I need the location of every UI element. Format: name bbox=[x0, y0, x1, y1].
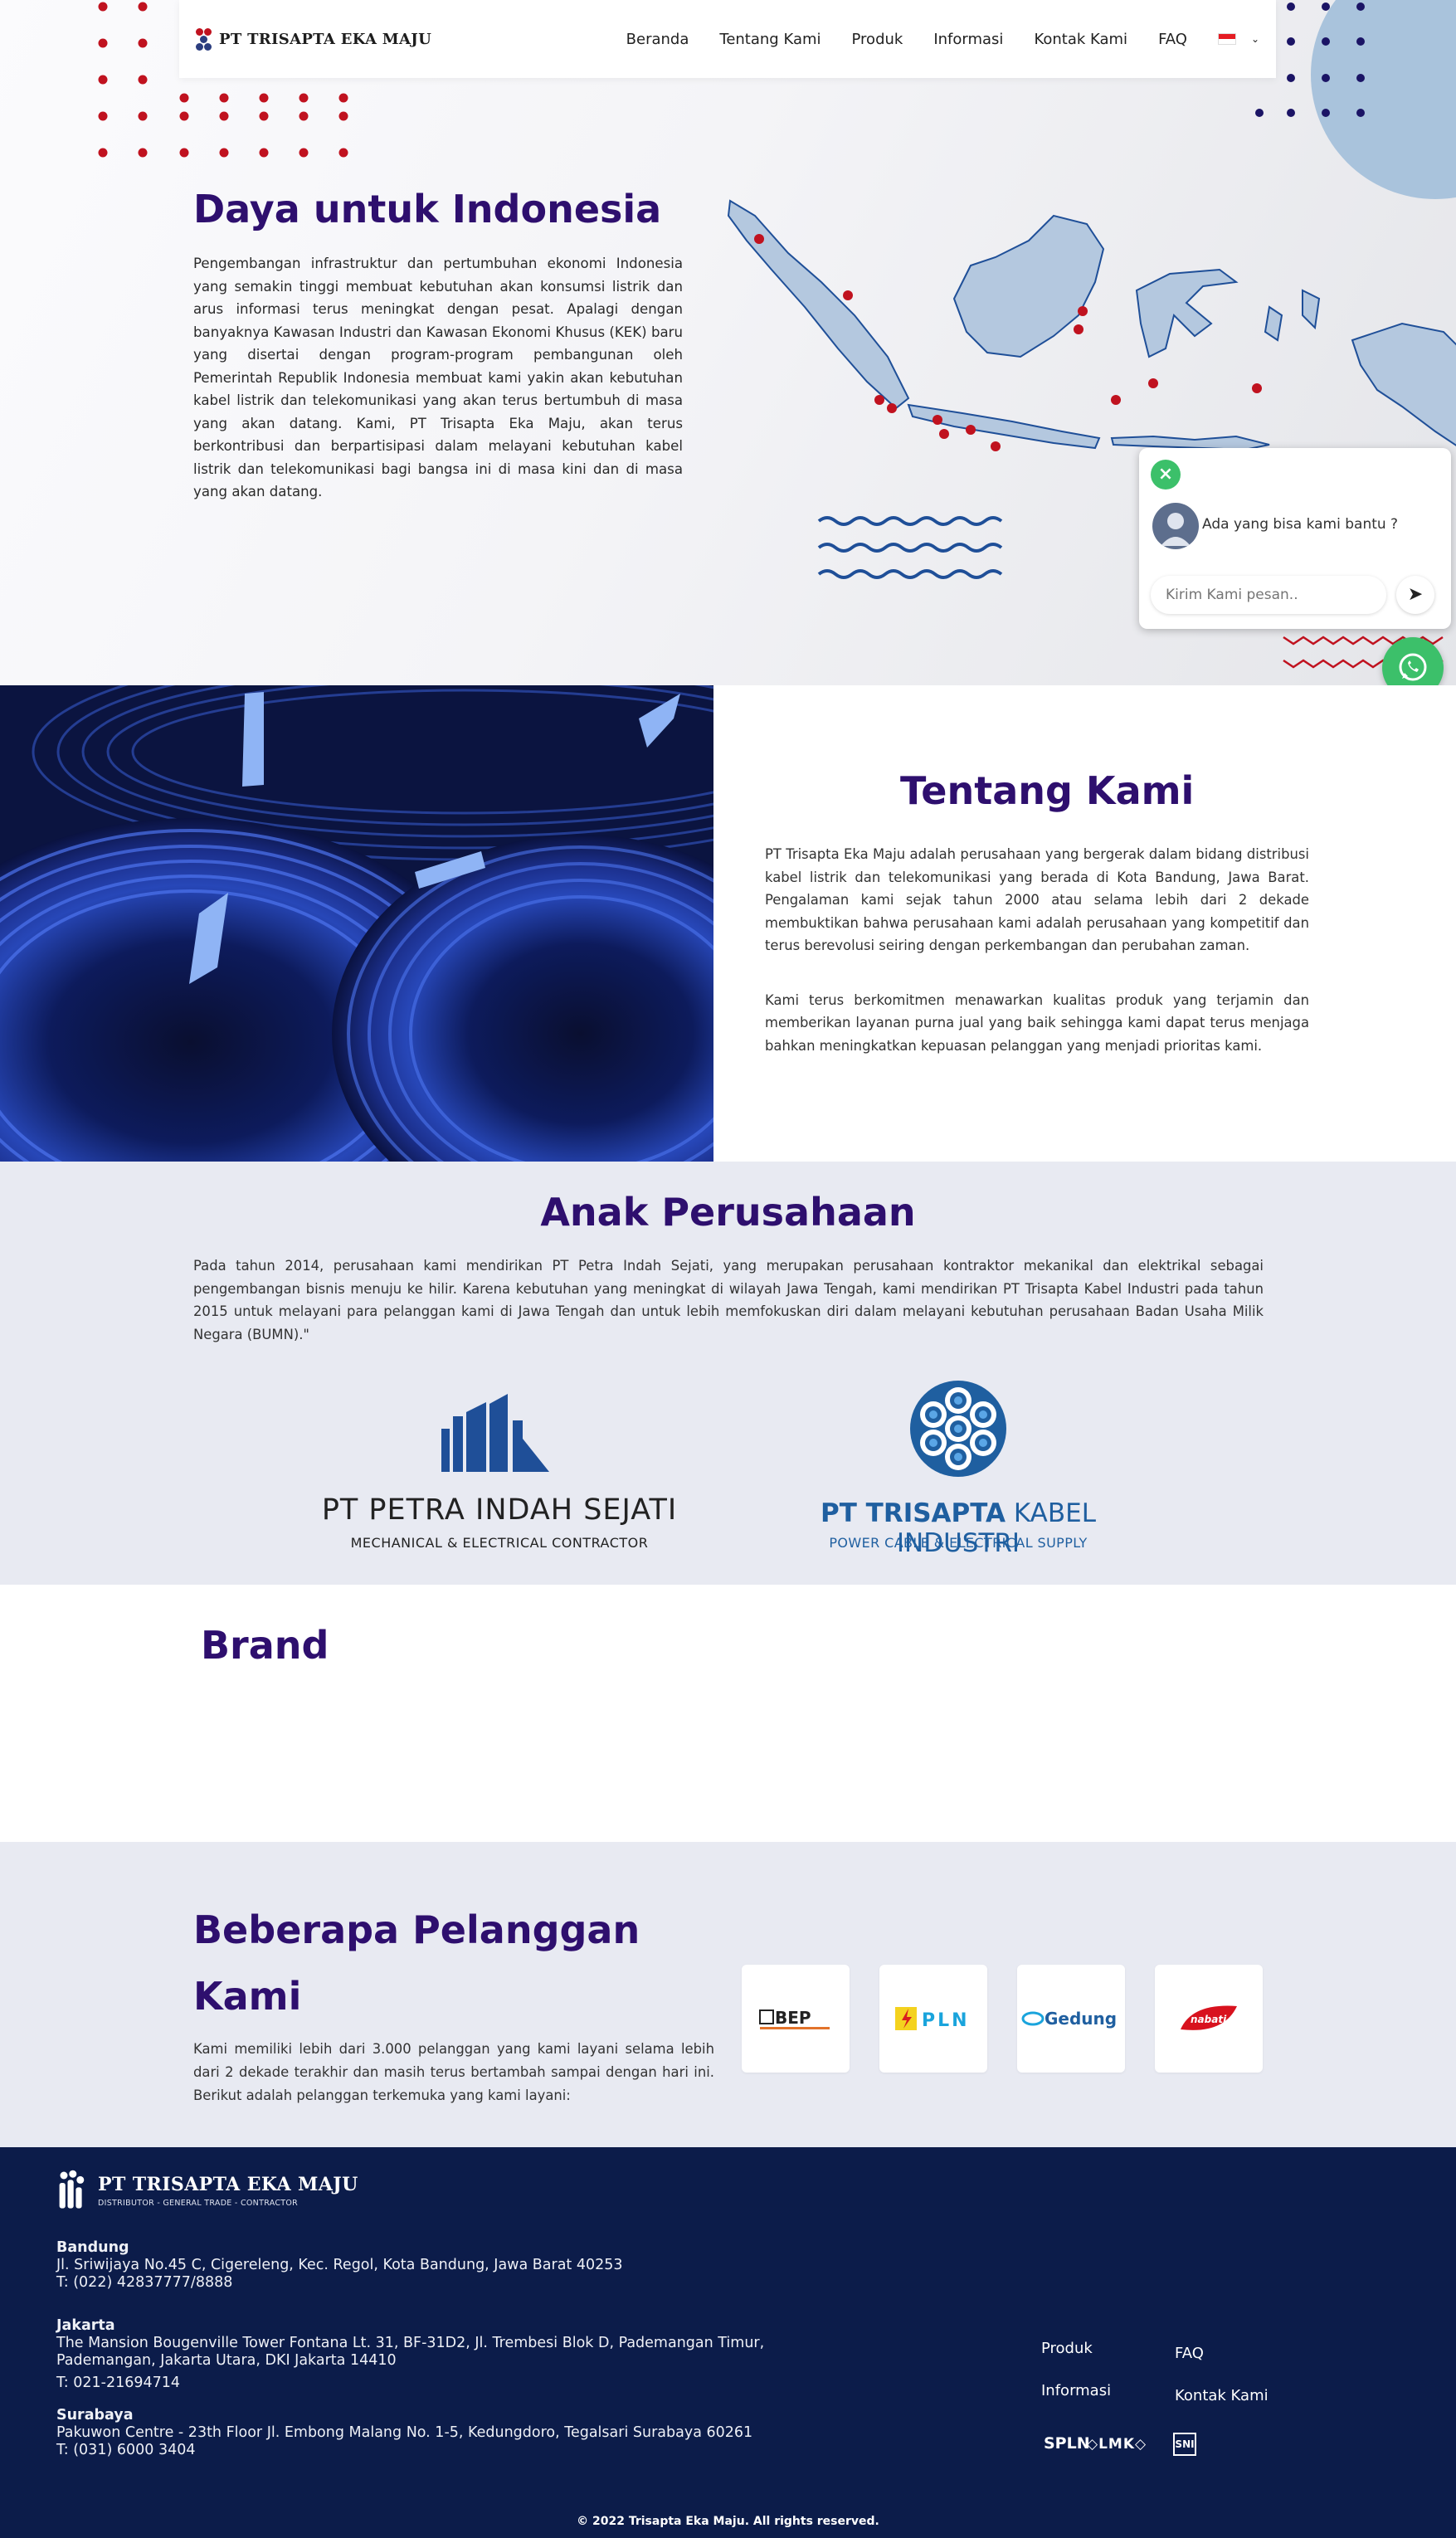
clients-description: Kami memiliki lebih dari 3.000 pelanggan… bbox=[193, 2041, 714, 2103]
petra-company-name: PT PETRA INDAH SEJATI bbox=[321, 1493, 678, 1527]
close-icon[interactable]: × bbox=[1151, 460, 1181, 490]
clients-title: Beberapa Pelanggan Kami bbox=[193, 1907, 640, 2019]
office-phone: T: 021-21694714 bbox=[56, 2375, 181, 2391]
nav-beranda[interactable]: Beranda bbox=[626, 31, 689, 48]
petra-indah-sejati-logo: PT PETRA INDAH SEJATI MECHANICAL & ELECT… bbox=[309, 1379, 690, 1561]
subsidiary-section: Anak Perusahaan Pada tahun 2014, perusah… bbox=[0, 1162, 1456, 1585]
lmk-certification-text: LMK bbox=[1098, 2436, 1136, 2453]
office-phone: T: (031) 6000 3404 bbox=[56, 2442, 196, 2458]
footer-link-informasi[interactable]: Informasi bbox=[1041, 2382, 1111, 2399]
brand-logo[interactable]: PT TRISAPTA EKA MAJU bbox=[196, 27, 431, 51]
office-address: Jl. Sriwijaya No.45 C, Cigereleng, Kec. … bbox=[56, 2257, 623, 2273]
cable-coils-image bbox=[0, 685, 713, 1162]
client-logo-gedung: Gedung bbox=[1017, 1965, 1125, 2073]
office-bandung: Bandung Jl. Sriwijaya No.45 C, Cigerelen… bbox=[56, 2239, 687, 2292]
bep-logo-text: BEP bbox=[775, 2008, 811, 2028]
lmk-certification-logo: ◇LMK◇ bbox=[1087, 2436, 1147, 2453]
office-city: Bandung bbox=[56, 2239, 129, 2256]
sni-certification-logo: SNI bbox=[1173, 2433, 1196, 2456]
brand-section: Brand bbox=[0, 1585, 1456, 1842]
copyright-text: © 2022 Trisapta Eka Maju. All rights res… bbox=[577, 2515, 879, 2528]
footer-brand-tagline: DISTRIBUTOR - GENERAL TRADE - CONTRACTOR bbox=[98, 2198, 299, 2208]
footer-link-kontak-kami[interactable]: Kontak Kami bbox=[1175, 2387, 1269, 2404]
footer-brand-name: PT TRISAPTA EKA MAJU bbox=[98, 2173, 358, 2195]
client-logo-pln: PLN bbox=[879, 1965, 987, 2073]
footer-link-produk[interactable]: Produk bbox=[1041, 2340, 1093, 2357]
about-description: PT Trisapta Eka Maju adalah perusahaan y… bbox=[765, 843, 1309, 1057]
indonesia-flag-icon bbox=[1217, 33, 1236, 45]
office-surabaya: Surabaya Pakuwon Centre - 23th Floor Jl.… bbox=[56, 2407, 853, 2459]
main-menu: Beranda Tentang Kami Produk Informasi Ko… bbox=[626, 31, 1259, 48]
about-paragraph-1: PT Trisapta Eka Maju adalah perusahaan y… bbox=[765, 846, 1309, 953]
office-city: Jakarta bbox=[56, 2317, 115, 2334]
nav-tentang-kami[interactable]: Tentang Kami bbox=[719, 31, 821, 48]
petra-tagline: MECHANICAL & ELECTRICAL CONTRACTOR bbox=[350, 1535, 649, 1551]
office-city: Surabaya bbox=[56, 2407, 134, 2424]
client-logo-bep: BEP bbox=[742, 1965, 850, 2073]
hero-section: PT TRISAPTA EKA MAJU Beranda Tentang Kam… bbox=[0, 0, 1456, 685]
send-icon[interactable]: ➤ bbox=[1396, 576, 1434, 614]
spln-certification-logo: SPLN bbox=[1044, 2434, 1090, 2453]
building-icon bbox=[441, 1394, 549, 1472]
about-title: Tentang Kami bbox=[900, 768, 1195, 813]
logo-mark-icon bbox=[59, 2170, 85, 2209]
about-section: Tentang Kami PT Trisapta Eka Maju adalah… bbox=[0, 685, 1456, 1162]
office-phone: T: (022) 42837777/8888 bbox=[56, 2274, 233, 2291]
chat-message-input[interactable] bbox=[1151, 576, 1386, 614]
nav-kontak-kami[interactable]: Kontak Kami bbox=[1034, 31, 1127, 48]
subsidiary-description: Pada tahun 2014, perusahaan kami mendiri… bbox=[193, 1258, 1264, 1342]
about-paragraph-2: Kami terus berkomitmen menawarkan kualit… bbox=[765, 991, 1309, 1054]
office-address: The Mansion Bougenville Tower Fontana Lt… bbox=[56, 2335, 765, 2369]
office-address: Pakuwon Centre - 23th Floor Jl. Embong M… bbox=[56, 2424, 753, 2441]
tki-name-bold: PT TRISAPTA bbox=[821, 1498, 1006, 1528]
subsidiary-title: Anak Perusahaan bbox=[540, 1190, 916, 1235]
chat-greeting: Ada yang bisa kami bantu ? bbox=[1202, 516, 1399, 533]
pln-logo-text: PLN bbox=[922, 2010, 970, 2031]
cable-cross-section-icon bbox=[910, 1381, 1006, 1477]
office-jakarta: Jakarta The Mansion Bougenville Tower Fo… bbox=[56, 2317, 853, 2392]
footer-logo[interactable]: PT TRISAPTA EKA MAJU DISTRIBUTOR - GENER… bbox=[56, 2169, 358, 2212]
indonesia-map-illustration bbox=[727, 199, 1456, 451]
nabati-logo-text: nabati bbox=[1191, 2014, 1227, 2025]
logo-mark-icon bbox=[196, 27, 212, 51]
nav-produk[interactable]: Produk bbox=[852, 31, 903, 48]
language-selector[interactable]: ⌄ bbox=[1217, 33, 1259, 45]
chat-widget: × Ada yang bisa kami bantu ? ➤ bbox=[1139, 448, 1451, 629]
nav-faq[interactable]: FAQ bbox=[1158, 31, 1187, 48]
footer-link-faq[interactable]: FAQ bbox=[1175, 2345, 1204, 2362]
trisapta-kabel-industri-logo: PT TRISAPTA KABEL INDUSTRI POWER CABLE &… bbox=[763, 1376, 1153, 1558]
brand-name: PT TRISAPTA EKA MAJU bbox=[219, 30, 432, 48]
footer: PT TRISAPTA EKA MAJU DISTRIBUTOR - GENER… bbox=[0, 2147, 1456, 2538]
navbar: PT TRISAPTA EKA MAJU Beranda Tentang Kam… bbox=[179, 0, 1276, 78]
hero-title: Daya untuk Indonesia bbox=[193, 187, 662, 231]
decor-blue-waves bbox=[817, 516, 1003, 579]
nav-informasi[interactable]: Informasi bbox=[933, 31, 1003, 48]
chevron-down-icon: ⌄ bbox=[1250, 33, 1259, 45]
gedung-logo-text: Gedung bbox=[1045, 2009, 1117, 2029]
hero-description: Pengembangan infrastruktur dan pertumbuh… bbox=[193, 256, 683, 499]
avatar bbox=[1152, 503, 1199, 549]
tki-tagline: POWER CABLE & ELECTRICAL SUPPLY bbox=[829, 1535, 1088, 1551]
brand-title: Brand bbox=[201, 1623, 329, 1668]
clients-section: Beberapa Pelanggan Kami Kami memiliki le… bbox=[0, 1842, 1456, 2147]
client-logo-nabati: nabati bbox=[1155, 1965, 1263, 2073]
